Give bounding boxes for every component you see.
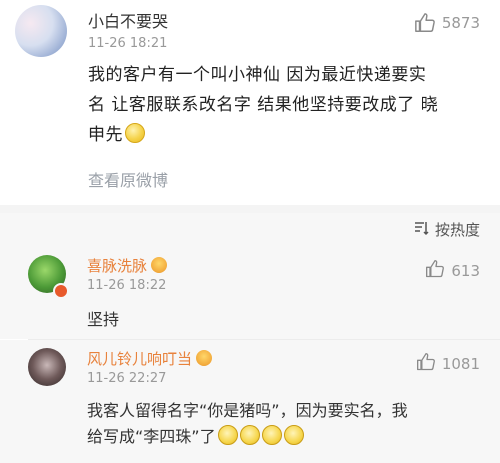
- view-original-link[interactable]: 查看原微博: [88, 167, 168, 191]
- like-button[interactable]: 1081: [416, 352, 480, 376]
- post-text-line: 申先: [88, 125, 123, 145]
- like-count: 1081: [441, 355, 480, 373]
- crying-laugh-emoji-icon: [217, 425, 238, 445]
- reply-text-line-2: 给写成“李四珠”了: [87, 424, 408, 450]
- crying-laugh-emoji-icon: [239, 425, 260, 445]
- thumbs-up-icon: [425, 259, 445, 283]
- like-button[interactable]: 613: [425, 259, 480, 283]
- post-body: 我的客户有一个叫小神仙 因为最近快递要实 名 让客服联系改名字 结果他坚持要改成…: [88, 60, 488, 150]
- reply-text-line: 我客人留得名字“你是猪吗”，因为要实名，我: [87, 401, 408, 420]
- sort-icon: [413, 220, 429, 240]
- thumbs-up-icon: [414, 12, 436, 34]
- reply-username[interactable]: 风儿铃儿响叮当: [87, 348, 213, 369]
- crying-laugh-emoji-icon: [261, 425, 282, 445]
- reply-timestamp: 11-26 22:27: [87, 371, 167, 386]
- reply-username-text: 风儿铃儿响叮当: [87, 350, 193, 368]
- avatar[interactable]: [15, 5, 67, 57]
- avatar[interactable]: [28, 348, 66, 386]
- crying-laugh-emoji-icon: [283, 425, 304, 445]
- like-count: 613: [451, 262, 480, 280]
- reply-text: 坚持: [87, 310, 120, 329]
- reply-text: 我客人留得名字“你是猪吗”，因为要实名，我 给写成“李四珠”了: [87, 398, 408, 450]
- reply-username[interactable]: 喜脉洗脉: [87, 255, 168, 276]
- sort-bar: 按热度: [0, 213, 500, 247]
- sort-by-hot-button[interactable]: 按热度: [413, 219, 480, 240]
- thumbs-up-icon: [416, 352, 436, 376]
- reply-item: 喜脉洗脉 11-26 18:22 613 坚持: [0, 247, 500, 339]
- post-text-line: 名 让客服联系改名字 结果他坚持要改成了 晓: [88, 95, 439, 115]
- section-divider: [0, 205, 500, 213]
- grin-emoji-icon: [125, 123, 145, 143]
- main-post: 小白不要哭 11-26 18:21 5873 我的客户有一个叫小神仙 因为最近快…: [0, 0, 500, 205]
- post-text-line: 我的客户有一个叫小神仙 因为最近快递要实: [88, 65, 427, 85]
- sort-label: 按热度: [434, 221, 480, 239]
- vip-crown-icon: [196, 350, 213, 366]
- post-text-line-3: 申先: [88, 120, 488, 150]
- reply-text-line: 给写成“李四珠”了: [87, 427, 216, 446]
- post-timestamp: 11-26 18:21: [88, 36, 168, 51]
- post-username[interactable]: 小白不要哭: [88, 8, 168, 32]
- verified-badge-icon: [53, 283, 69, 299]
- like-count: 5873: [441, 14, 480, 32]
- vip-crown-icon: [151, 257, 168, 273]
- reply-item: 风儿铃儿响叮当 11-26 22:27 1081 我客人留得名字“你是猪吗”，因…: [0, 340, 500, 463]
- like-button[interactable]: 5873: [414, 12, 480, 34]
- reply-timestamp: 11-26 18:22: [87, 278, 167, 293]
- reply-username-text: 喜脉洗脉: [87, 257, 148, 275]
